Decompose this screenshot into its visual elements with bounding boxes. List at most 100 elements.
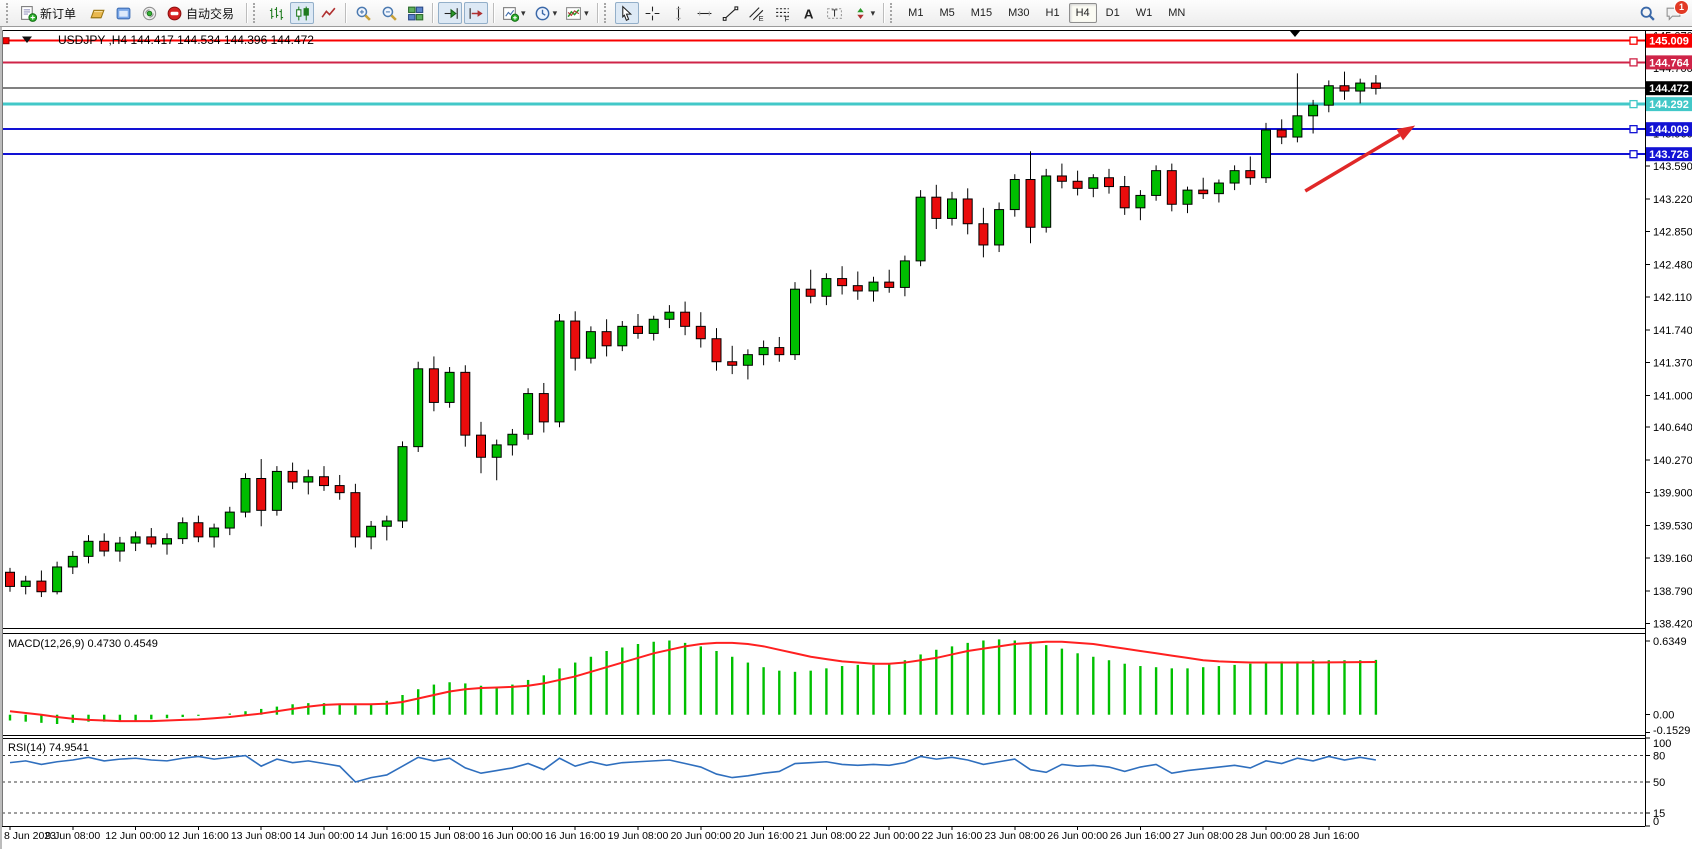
candle-body bbox=[147, 537, 156, 544]
candle-body bbox=[979, 224, 988, 245]
candle-body bbox=[461, 372, 470, 435]
equidistant-channel-button[interactable]: E bbox=[745, 2, 769, 24]
candlestick-chart-button[interactable] bbox=[290, 2, 314, 24]
trendline-button[interactable] bbox=[719, 2, 743, 24]
signals-button[interactable] bbox=[137, 2, 161, 24]
tf-d1-button[interactable]: D1 bbox=[1099, 3, 1127, 23]
svg-text:0: 0 bbox=[1653, 816, 1659, 828]
vertical-line-button[interactable] bbox=[667, 2, 691, 24]
svg-text:145.009: 145.009 bbox=[1649, 36, 1689, 48]
hline-handle[interactable] bbox=[1630, 126, 1637, 133]
chart-canvas[interactable]: 145.070144.700144.330143.960143.590143.2… bbox=[0, 27, 1692, 849]
svg-text:-0.1529: -0.1529 bbox=[1653, 725, 1690, 737]
candle-body bbox=[68, 556, 77, 567]
new-order-button[interactable]: 新订单 bbox=[17, 2, 83, 24]
candle-body bbox=[1167, 171, 1176, 205]
tf-h1-button[interactable]: H1 bbox=[1039, 3, 1067, 23]
channel-icon: E bbox=[748, 5, 765, 22]
tf-mn-button[interactable]: MN bbox=[1161, 3, 1192, 23]
tf-m30-button[interactable]: M30 bbox=[1001, 3, 1036, 23]
svg-text:0.6349: 0.6349 bbox=[1653, 636, 1687, 648]
hline-handle[interactable] bbox=[1630, 101, 1637, 108]
chart-shift-button[interactable] bbox=[464, 2, 488, 24]
tf-w1-button[interactable]: W1 bbox=[1129, 3, 1160, 23]
candle-body bbox=[304, 477, 313, 482]
bar-chart-button[interactable] bbox=[264, 2, 288, 24]
period-presets-button[interactable]: ▾ bbox=[531, 2, 561, 24]
hline-handle[interactable] bbox=[1630, 59, 1637, 66]
crosshair-button[interactable] bbox=[641, 2, 665, 24]
toolbar-right-cluster: 1 bbox=[1634, 2, 1686, 24]
candle-body bbox=[618, 326, 627, 345]
tf-h4-button[interactable]: H4 bbox=[1069, 3, 1097, 23]
notifications-button[interactable]: 1 bbox=[1661, 2, 1685, 24]
zoom-out-button[interactable] bbox=[377, 2, 401, 24]
bars-icon bbox=[268, 5, 285, 22]
svg-text:142.480: 142.480 bbox=[1653, 259, 1692, 271]
vline-icon bbox=[670, 5, 687, 22]
candle-body bbox=[1136, 195, 1145, 207]
candle-body bbox=[492, 445, 501, 457]
candle-body bbox=[477, 435, 486, 457]
candle-body bbox=[1026, 180, 1035, 228]
candle-body bbox=[838, 279, 847, 286]
candle-body bbox=[1042, 176, 1051, 227]
svg-text:144.472: 144.472 bbox=[1649, 83, 1689, 95]
fibonacci-button[interactable]: F bbox=[771, 2, 795, 24]
candle-body bbox=[728, 362, 737, 366]
candle-body bbox=[272, 471, 281, 510]
svg-text:20 Jun 00:00: 20 Jun 00:00 bbox=[670, 830, 731, 842]
toolbar-grip[interactable] bbox=[604, 3, 610, 23]
hline-handle[interactable] bbox=[1630, 37, 1637, 44]
candle-body bbox=[398, 447, 407, 521]
tf-m1-button[interactable]: M1 bbox=[901, 3, 930, 23]
zoom-in-button[interactable] bbox=[351, 2, 375, 24]
auto-scroll-button[interactable] bbox=[438, 2, 462, 24]
toolbar-separator bbox=[493, 3, 494, 23]
tf-m15-button[interactable]: M15 bbox=[964, 3, 999, 23]
line-chart-button[interactable] bbox=[316, 2, 340, 24]
candle-body bbox=[210, 528, 219, 537]
toolbar-separator bbox=[345, 3, 346, 23]
toolbar-grip[interactable] bbox=[6, 3, 12, 23]
horizontal-line-button[interactable] bbox=[693, 2, 717, 24]
candle-body bbox=[759, 348, 768, 355]
candle-body bbox=[539, 394, 548, 422]
dropdown-caret-icon: ▾ bbox=[521, 8, 526, 19]
tile-windows-button[interactable] bbox=[403, 2, 427, 24]
candle-body bbox=[1371, 83, 1380, 88]
candle-body bbox=[257, 479, 266, 511]
candle-body bbox=[743, 355, 752, 366]
cursor-button[interactable] bbox=[615, 2, 639, 24]
text-label-button[interactable]: T bbox=[823, 2, 847, 24]
svg-text:26 Jun 00:00: 26 Jun 00:00 bbox=[1047, 830, 1108, 842]
new-chart-button[interactable]: ▾ bbox=[499, 2, 529, 24]
trendline-icon bbox=[722, 5, 739, 22]
svg-text:13 Jun 08:00: 13 Jun 08:00 bbox=[231, 830, 292, 842]
profiles-button[interactable] bbox=[85, 2, 109, 24]
arrow-objects-button[interactable]: ▾ bbox=[849, 2, 879, 24]
autotrading-icon bbox=[166, 5, 183, 22]
candle-body bbox=[524, 394, 533, 435]
svg-text:144.764: 144.764 bbox=[1649, 57, 1690, 69]
hline-handle[interactable] bbox=[1630, 151, 1637, 158]
candle-body bbox=[1105, 178, 1114, 187]
tf-m5-button[interactable]: M5 bbox=[932, 3, 961, 23]
svg-text:143.726: 143.726 bbox=[1649, 149, 1689, 161]
candle-body bbox=[1340, 86, 1349, 91]
text-button[interactable]: A bbox=[797, 2, 821, 24]
search-button[interactable] bbox=[1635, 2, 1659, 24]
market-watch-button[interactable] bbox=[111, 2, 135, 24]
indicators-list-button[interactable]: ▾ bbox=[562, 2, 592, 24]
candle-body bbox=[1309, 105, 1318, 116]
candle-body bbox=[1277, 130, 1286, 137]
toolbar-grip[interactable] bbox=[890, 3, 896, 23]
toolbar-grip[interactable] bbox=[253, 3, 259, 23]
svg-text:12 Jun 16:00: 12 Jun 16:00 bbox=[168, 830, 229, 842]
candle-body bbox=[1293, 116, 1302, 137]
hline-handle[interactable] bbox=[3, 38, 9, 44]
signals-icon bbox=[141, 5, 158, 22]
candle-body bbox=[351, 493, 360, 537]
candles-icon bbox=[294, 5, 311, 22]
autotrading-button[interactable]: 自动交易 bbox=[163, 2, 241, 24]
